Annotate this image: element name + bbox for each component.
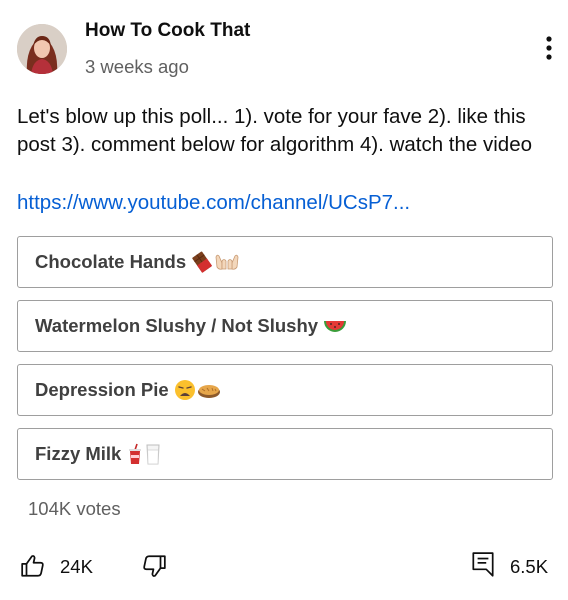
like-count: 24K [60,556,93,577]
channel-name[interactable]: How To Cook That [85,20,250,42]
thumb-up-icon [21,555,44,577]
post-timestamp: 3 weeks ago [85,56,189,77]
post-link[interactable]: https://www.youtube.com/channel/UCsP7... [17,189,410,217]
poll-option-depression-pie[interactable]: Depression Pie [17,364,553,416]
more-options-button[interactable] [534,33,564,63]
poll-vote-count: 104K votes [28,498,121,519]
watermelon-icon [324,321,347,332]
more-vert-icon [546,36,552,60]
thumb-down-icon [143,555,166,577]
poll-option-label: Chocolate Hands [35,251,187,272]
dislike-button[interactable] [141,553,167,579]
poll-option-label: Fizzy Milk [35,443,122,464]
open-hands-icon [215,254,239,270]
comments-button[interactable] [470,551,496,579]
cup-with-straw-icon [129,443,142,464]
comment-icon [472,552,494,577]
poll-option-fizzy-milk[interactable]: Fizzy Milk [17,428,553,480]
poll-option-chocolate-hands[interactable]: Chocolate Hands [17,236,553,288]
like-button[interactable] [20,553,46,579]
pie-icon [197,385,220,398]
glass-of-milk-icon [146,444,160,465]
weary-face-icon [174,380,195,400]
poll-option-label: Depression Pie [35,379,169,400]
post-header: How To Cook That 3 weeks ago [0,0,568,96]
poll-option-watermelon-slushy[interactable]: Watermelon Slushy / Not Slushy [17,300,553,352]
post-text: Let's blow up this poll... 1). vote for … [17,105,533,156]
poll-option-label: Watermelon Slushy / Not Slushy [35,315,319,336]
avatar[interactable] [17,24,67,74]
chocolate-bar-icon [192,251,213,273]
comment-count: 6.5K [510,556,549,577]
